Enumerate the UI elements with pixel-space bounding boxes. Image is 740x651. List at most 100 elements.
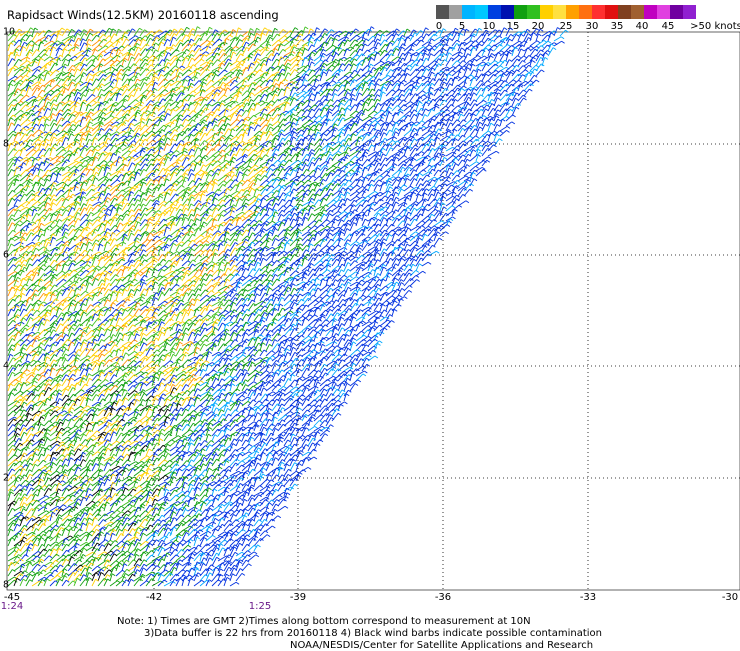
wind-barb-tick (492, 53, 495, 55)
wind-barb (356, 126, 363, 131)
wind-barb-tick (229, 63, 232, 65)
wind-barb (332, 110, 338, 116)
wind-barb-tick (312, 62, 315, 64)
wind-barb-tick (491, 123, 494, 125)
wind-barb-tick (132, 57, 135, 59)
wind-barb (482, 131, 488, 136)
wind-barb-tick (259, 131, 262, 133)
wind-barb-tick (389, 144, 392, 146)
wind-barb-tick (13, 68, 16, 70)
wind-barb-tick (77, 33, 80, 35)
wind-barb-tick (258, 37, 261, 39)
wind-barb-tick (10, 118, 13, 120)
wind-barb (218, 82, 223, 91)
wind-barb-tick (270, 134, 273, 136)
wind-barb-tick (383, 87, 386, 89)
wind-barb (206, 56, 212, 61)
wind-barb-tick (26, 95, 29, 97)
wind-barb-tick (292, 114, 295, 116)
wind-barb (206, 149, 212, 157)
wind-barb-tick (355, 156, 358, 158)
wind-barb (8, 76, 15, 81)
wind-barb-tick (184, 148, 187, 150)
wind-barb-tick (167, 59, 170, 61)
wind-barb (434, 44, 440, 51)
wind-barb-tick (545, 57, 548, 59)
wind-barb (536, 57, 541, 66)
wind-barb-tick (497, 114, 500, 116)
wind-barb-tick (275, 49, 278, 51)
wind-barb-tick (310, 58, 313, 60)
wind-barb-tick (138, 47, 141, 49)
wind-barb-tick (472, 64, 475, 66)
wind-barb (194, 81, 199, 86)
wind-barb-tick (278, 40, 281, 42)
wind-barb (200, 141, 205, 146)
wind-barb (488, 92, 491, 101)
wind-barb-tick (365, 44, 368, 46)
wind-barb (194, 170, 201, 176)
wind-barb-tick (44, 40, 47, 42)
wind-barb-tick (233, 52, 236, 54)
wind-barb-tick (251, 100, 254, 102)
wind-barb-tick (507, 130, 510, 132)
wind-barb-tick (137, 112, 140, 114)
wind-barb-tick (230, 46, 233, 48)
wind-barb-tick (461, 114, 464, 116)
wind-barb-tick (377, 84, 380, 86)
wind-barb (284, 168, 290, 176)
wind-barb-tick (23, 90, 26, 92)
wind-barb-tick (89, 134, 92, 136)
wind-barb-tick (148, 111, 151, 113)
wind-barb-tick (101, 84, 104, 86)
wind-barb-tick (490, 56, 493, 58)
wind-barb (332, 70, 338, 76)
wind-barb-tick (287, 67, 290, 69)
wind-barb-tick (319, 121, 322, 123)
wind-barb-tick (181, 166, 184, 168)
wind-barb-tick (173, 45, 176, 47)
wind-barb (260, 155, 266, 161)
wind-barb (350, 70, 355, 76)
wind-barb-tick (323, 72, 326, 74)
wind-barb-tick (305, 79, 308, 81)
wind-barb (470, 162, 476, 166)
wind-barb-tick (167, 138, 170, 140)
wind-barb (140, 44, 146, 51)
wind-barb (56, 147, 62, 152)
wind-barb (50, 137, 54, 146)
wind-barb (32, 77, 39, 81)
wind-barb-tick (529, 89, 532, 91)
wind-barb-tick (11, 123, 14, 125)
wind-barb-tick (211, 63, 214, 65)
wind-barb-tick (324, 69, 327, 71)
wind-barb (338, 76, 345, 81)
wind-barb (20, 119, 27, 126)
wind-barb-tick (233, 157, 236, 159)
wind-barb-tick (467, 165, 470, 167)
wind-barb (254, 112, 260, 116)
wind-barb-tick (124, 58, 127, 60)
wind-barb-tick (113, 29, 116, 31)
wind-barb-tick (454, 129, 457, 131)
wind-barb-tick (331, 37, 334, 39)
wind-barb-tick (487, 160, 490, 162)
wind-barb-tick (292, 51, 295, 53)
wind-barb (92, 133, 98, 141)
wind-barb-tick (138, 73, 141, 75)
wind-barb (368, 36, 373, 41)
wind-barb-tick (269, 131, 272, 133)
wind-barb-tick (179, 134, 182, 136)
wind-barb-tick (557, 28, 560, 30)
wind-barb-tick (78, 97, 81, 99)
wind-barb-tick (359, 63, 362, 65)
wind-barb-tick (104, 161, 107, 163)
wind-barb (530, 46, 536, 51)
wind-barb-tick (191, 39, 194, 41)
wind-barb (266, 148, 270, 156)
wind-barb (128, 141, 133, 146)
wind-barb-tick (20, 80, 23, 82)
wind-barb (140, 125, 145, 131)
wind-barb-tick (263, 64, 266, 66)
wind-barb-tick (467, 68, 470, 70)
